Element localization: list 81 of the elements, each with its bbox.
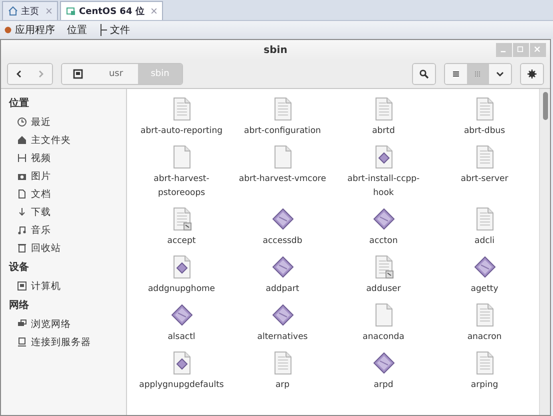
sidebar-heading: 位置 <box>8 96 30 111</box>
file-name[interactable]: abrt-dbus <box>464 124 506 138</box>
sidebar-item[interactable]: 图片 <box>1 167 126 185</box>
file-name[interactable]: alternatives <box>257 330 308 344</box>
sidebar-heading: 网络 <box>8 298 30 313</box>
file-name[interactable]: accept <box>167 234 196 248</box>
executable-icon <box>372 207 396 231</box>
file-name[interactable]: agetty <box>470 282 498 296</box>
drag-handle-icon <box>99 24 107 36</box>
file-name[interactable]: abrt-install-ccpp-hook <box>338 172 428 200</box>
chevron-down-icon <box>495 69 505 79</box>
close-icon <box>46 8 52 14</box>
file-name[interactable]: addpart <box>266 282 300 296</box>
sidebar-item[interactable]: 连接到服务器 <box>1 333 126 351</box>
sidebar-item[interactable]: 最近 <box>1 113 126 131</box>
document-icon <box>17 189 27 199</box>
close-button[interactable] <box>530 43 546 57</box>
file-name[interactable]: addgnupghome <box>148 282 216 296</box>
menu-item[interactable]: 位置 <box>67 23 87 37</box>
file-name[interactable]: abrt-harvest-pstoreoops <box>136 172 226 200</box>
sidebar-heading: 设备 <box>8 260 30 275</box>
file-name[interactable]: abrt-server <box>460 172 508 186</box>
forward-icon <box>36 69 46 79</box>
camera-icon <box>17 171 27 181</box>
executable-icon <box>372 351 396 375</box>
network-icon <box>17 319 27 329</box>
list-view-icon <box>451 69 461 79</box>
music-icon <box>17 225 27 235</box>
file-name[interactable]: abrt-configuration <box>244 124 321 138</box>
home-icon <box>8 6 18 16</box>
maximize-button[interactable] <box>513 43 529 57</box>
file-name[interactable]: arp <box>275 378 290 392</box>
sidebar-item[interactable]: 浏览网络 <box>1 315 126 333</box>
file-name[interactable]: abrt-auto-reporting <box>140 124 222 138</box>
file-name[interactable]: arping <box>470 378 498 392</box>
computer-icon <box>17 281 27 291</box>
vm-tab[interactable]: CentOS 64 位 <box>60 1 164 20</box>
back-icon <box>14 69 24 79</box>
file-name[interactable]: arpd <box>374 378 394 392</box>
sidebar-item[interactable]: 音乐 <box>1 221 126 239</box>
executable-icon <box>170 303 194 327</box>
file-name[interactable]: accessdb <box>262 234 302 248</box>
menu-item[interactable]: 应用程序 <box>15 23 55 37</box>
computer-icon <box>66 6 76 16</box>
drive-icon <box>73 69 83 79</box>
file-name[interactable]: anaconda <box>362 330 404 344</box>
file-name[interactable]: abrtd <box>372 124 395 138</box>
settings-icon <box>527 69 537 79</box>
file-name[interactable]: applygnupgdefaults <box>139 378 224 392</box>
executable-icon <box>270 255 294 279</box>
executable-icon <box>270 303 294 327</box>
sidebar-item[interactable]: 视频 <box>1 149 126 167</box>
sidebar-item[interactable]: 回收站 <box>1 239 126 257</box>
sidebar-item[interactable]: 计算机 <box>1 277 126 295</box>
clock-icon <box>17 117 27 127</box>
sidebar-item[interactable]: 文档 <box>1 185 126 203</box>
close-icon <box>534 46 542 54</box>
executable-icon <box>270 207 294 231</box>
sidebar-item[interactable]: 下载 <box>1 203 126 221</box>
download-icon <box>17 207 27 217</box>
sidebar-item[interactable]: 主文件夹 <box>1 131 126 149</box>
file-name[interactable]: adduser <box>366 282 401 296</box>
home-icon <box>17 135 27 145</box>
file-name[interactable]: adcli <box>474 234 494 248</box>
grid-view-icon <box>473 69 483 79</box>
trash-icon <box>17 243 27 253</box>
search-icon <box>419 69 429 79</box>
menu-item[interactable]: 文件 <box>110 23 130 37</box>
server-icon <box>17 337 27 347</box>
vm-tab[interactable]: 主页 <box>2 1 58 20</box>
file-name[interactable]: abrt-harvest-vmcore <box>238 172 326 186</box>
file-name[interactable]: alsactl <box>168 330 196 344</box>
close-icon <box>151 8 158 14</box>
scrollbar-thumb[interactable] <box>542 92 548 120</box>
file-name[interactable]: anacron <box>467 330 502 344</box>
maximize-icon <box>517 46 525 54</box>
file-name[interactable]: accton <box>369 234 398 248</box>
apps-icon <box>4 26 12 34</box>
executable-icon <box>472 255 496 279</box>
film-icon <box>17 153 27 163</box>
window-title: sbin <box>264 44 288 56</box>
